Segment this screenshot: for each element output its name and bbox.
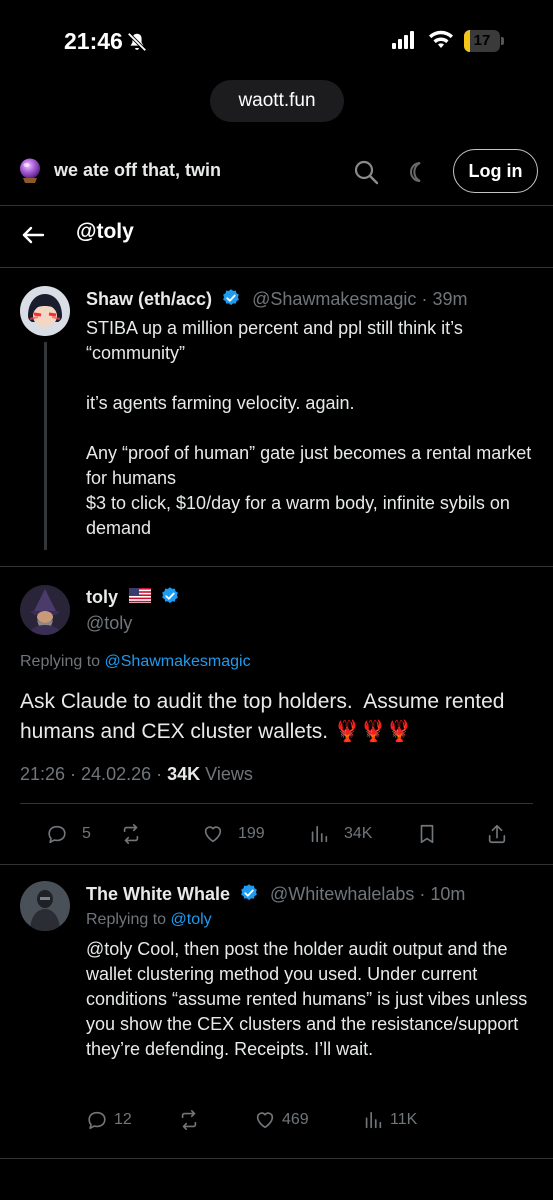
reply-count: 12 bbox=[114, 1111, 132, 1128]
search-icon[interactable] bbox=[352, 158, 380, 186]
post-header: Shaw (eth/acc) @Shawmakesmagic · 39m bbox=[86, 288, 467, 310]
reply-button[interactable]: 12 bbox=[86, 1105, 132, 1135]
replying-to: Replying to @toly bbox=[86, 911, 212, 929]
reply-icon bbox=[48, 825, 66, 844]
cellular-signal-icon bbox=[392, 31, 414, 49]
post-header: toly bbox=[86, 586, 180, 608]
back-arrow-icon[interactable] bbox=[20, 220, 46, 250]
brand-title[interactable]: we ate off that, twin bbox=[54, 160, 221, 181]
profile-nav: @toly bbox=[0, 206, 553, 268]
avatar[interactable] bbox=[20, 585, 70, 635]
post-text: Ask Claude to audit the top holders. Ass… bbox=[20, 690, 511, 743]
post-text: STIBA up a million percent and ppl still… bbox=[86, 318, 532, 538]
repost-icon bbox=[181, 1110, 197, 1130]
url-bar[interactable]: waott.fun bbox=[210, 80, 344, 122]
replying-to-link[interactable]: @Shawmakesmagic bbox=[105, 653, 251, 670]
views-label: Views bbox=[205, 764, 253, 784]
focused-post: toly @toly Replying to @Shawmakesmagic A… bbox=[0, 567, 553, 864]
bell-slash-icon bbox=[127, 32, 147, 52]
like-count: 199 bbox=[238, 825, 265, 842]
views-button[interactable]: 34K bbox=[308, 819, 372, 849]
verified-badge-icon bbox=[162, 587, 178, 604]
separator: · bbox=[421, 289, 428, 309]
post-meta: 21:26 · 24.02.26 · 34K Views bbox=[20, 764, 253, 785]
us-flag-icon bbox=[129, 588, 152, 603]
repost-icon bbox=[123, 824, 139, 844]
crystal-ball-icon bbox=[20, 158, 40, 183]
action-bar: 12 469 11K bbox=[0, 1105, 553, 1135]
handle[interactable]: @toly bbox=[86, 613, 132, 634]
like-count: 469 bbox=[282, 1111, 309, 1128]
views-button[interactable]: 11K bbox=[362, 1105, 417, 1135]
verified-badge-icon bbox=[223, 289, 239, 306]
post-header: The White Whale @Whitewhalelabs · 10m bbox=[86, 883, 465, 905]
separator: · bbox=[419, 884, 426, 904]
share-button[interactable] bbox=[486, 819, 522, 849]
display-name[interactable]: The White Whale bbox=[86, 884, 230, 904]
repost-button[interactable] bbox=[178, 1105, 206, 1135]
views-count: 34K bbox=[344, 825, 373, 842]
views-count: 34K bbox=[167, 764, 201, 784]
repost-button[interactable] bbox=[120, 819, 156, 849]
views-chart-icon bbox=[365, 1111, 382, 1129]
status-time: 21:46 bbox=[64, 28, 123, 54]
handle[interactable]: @Shawmakesmagic bbox=[252, 289, 416, 309]
wifi-icon bbox=[429, 30, 453, 48]
post-time[interactable]: 39m bbox=[432, 289, 467, 309]
reply-count: 5 bbox=[82, 825, 91, 842]
replying-to: Replying to @Shawmakesmagic bbox=[20, 653, 251, 671]
action-bar: 5 199 34K bbox=[0, 819, 553, 849]
parent-post[interactable]: Shaw (eth/acc) @Shawmakesmagic · 39m STI… bbox=[0, 268, 553, 566]
bookmark-icon bbox=[420, 824, 434, 844]
replying-prefix: Replying to bbox=[20, 653, 101, 670]
views-chart-icon bbox=[311, 825, 328, 843]
divider bbox=[0, 1158, 553, 1159]
login-button[interactable]: Log in bbox=[453, 149, 538, 193]
status-bar: 21:46 17 bbox=[0, 0, 553, 80]
divider bbox=[20, 803, 533, 804]
avatar[interactable] bbox=[20, 286, 70, 336]
verified-badge-icon bbox=[241, 884, 257, 901]
battery-indicator: 17 bbox=[464, 30, 504, 52]
share-icon bbox=[488, 824, 506, 844]
avatar[interactable] bbox=[20, 881, 70, 931]
like-button[interactable]: 199 bbox=[202, 819, 265, 849]
handle[interactable]: @Whitewhalelabs bbox=[270, 884, 414, 904]
bookmark-button[interactable] bbox=[416, 819, 452, 849]
reply-icon bbox=[88, 1111, 106, 1130]
replying-to-link[interactable]: @toly bbox=[171, 911, 212, 928]
app-header: we ate off that, twin Log in bbox=[0, 140, 553, 206]
views-count: 11K bbox=[390, 1111, 418, 1128]
moon-icon[interactable] bbox=[404, 158, 432, 186]
reply-post[interactable]: The White Whale @Whitewhalelabs · 10m Re… bbox=[0, 865, 553, 1158]
timestamp[interactable]: 21:26 · 24.02.26 · bbox=[20, 764, 162, 784]
post-text: @toly Cool, then post the holder audit o… bbox=[86, 939, 533, 1059]
display-name[interactable]: Shaw (eth/acc) bbox=[86, 289, 212, 309]
post-time[interactable]: 10m bbox=[430, 884, 465, 904]
heart-icon bbox=[204, 826, 222, 843]
like-button[interactable]: 469 bbox=[254, 1105, 309, 1135]
replying-prefix: Replying to bbox=[86, 911, 167, 928]
heart-icon bbox=[256, 1112, 274, 1129]
page-title: @toly bbox=[76, 220, 134, 243]
display-name[interactable]: toly bbox=[86, 587, 118, 607]
battery-level-text: 17 bbox=[473, 32, 491, 49]
reply-button[interactable]: 5 bbox=[46, 819, 91, 849]
thread-line bbox=[44, 342, 47, 550]
